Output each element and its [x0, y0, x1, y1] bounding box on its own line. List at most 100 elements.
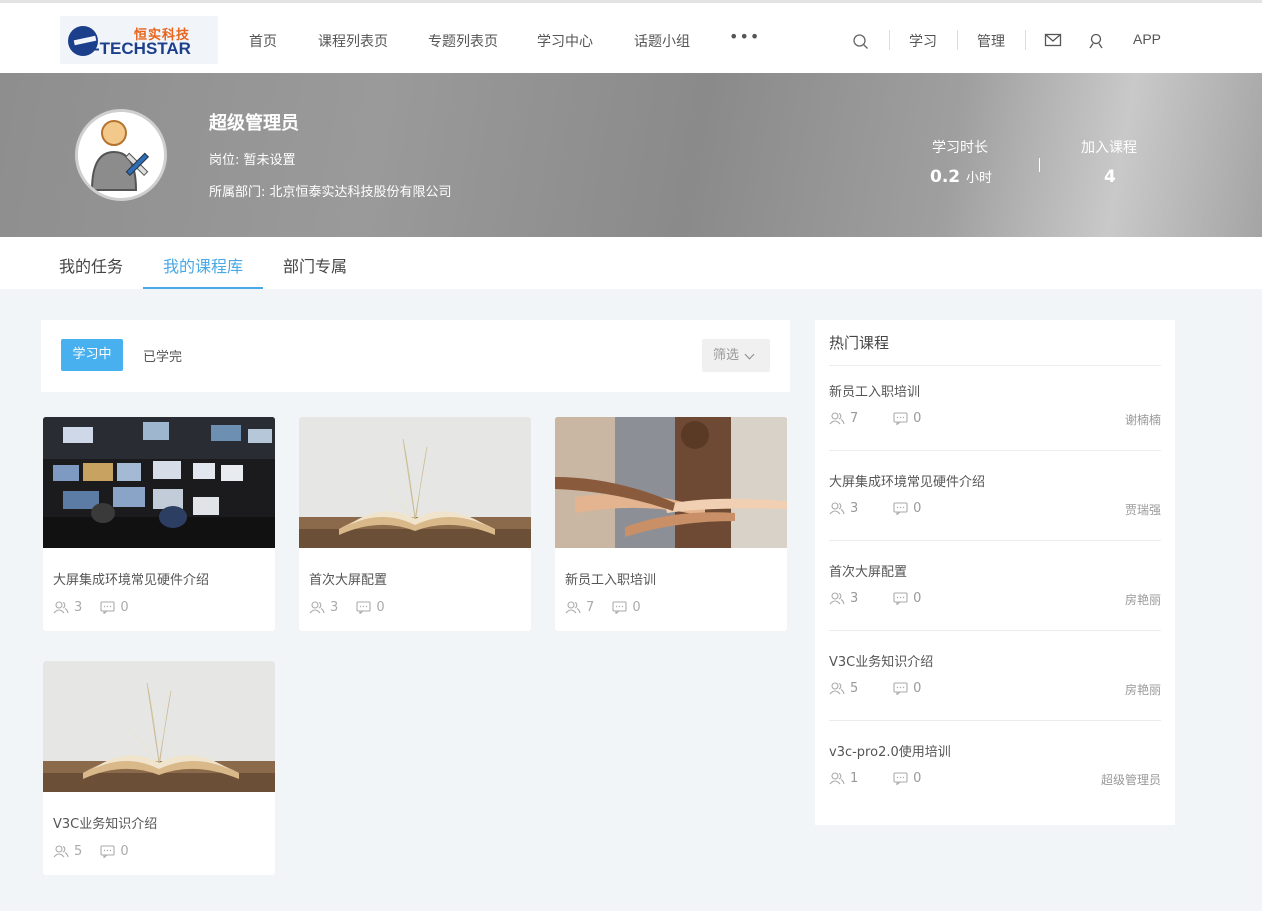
learner-count: 3 [74, 600, 83, 615]
joined-courses-label: 加入课程 [1081, 140, 1137, 156]
comment-count: 0 [913, 411, 922, 426]
hot-courses-title: 热门课程 [829, 334, 890, 352]
learner-count: 3 [330, 600, 339, 615]
study-time-unit: 小时 [966, 171, 993, 186]
comment-count: 0 [913, 501, 922, 516]
course-title[interactable]: 首次大屏配置 [309, 569, 387, 588]
nav-more-button[interactable]: ••• [729, 27, 760, 46]
learners-icon [829, 682, 845, 695]
tab-department[interactable]: 部门专属 [283, 253, 347, 277]
hot-course-title[interactable]: V3C业务知识介绍 [829, 651, 933, 670]
learners-icon [565, 601, 581, 614]
nav-app-link[interactable]: APP [1133, 31, 1161, 47]
learners-icon [829, 502, 845, 515]
filter-dropdown-label: 筛选 [713, 348, 740, 363]
stats-divider [1039, 158, 1040, 172]
divider [829, 450, 1161, 451]
course-author: 贾瑞强 [1124, 503, 1161, 517]
hot-course-title[interactable]: 新员工入职培训 [829, 381, 920, 400]
filter-learning-button[interactable]: 学习中 [61, 339, 123, 371]
admin-avatar-icon [78, 112, 164, 198]
user-position: 岗位: 暂未设置 [209, 153, 296, 168]
course-title[interactable]: 大屏集成环境常见硬件介绍 [53, 569, 209, 588]
nav-divider [889, 30, 890, 50]
course-card[interactable]: V3C业务知识介绍 5 0 [43, 661, 275, 875]
learner-count: 5 [74, 844, 83, 859]
course-author: 超级管理员 [1100, 773, 1161, 787]
hot-course-item[interactable]: 新员工入职培训 7 0 谢楠楠 [829, 365, 1161, 455]
course-card[interactable]: 新员工入职培训 7 0 [555, 417, 787, 631]
nav-topic-list[interactable]: 专题列表页 [428, 31, 498, 51]
hot-course-item[interactable]: v3c-pro2.0使用培训 1 0 超级管理员 [829, 725, 1161, 815]
learners-icon [53, 845, 69, 858]
course-card[interactable]: 首次大屏配置 3 0 [299, 417, 531, 631]
nav-topic-groups[interactable]: 话题小组 [634, 31, 690, 51]
course-filter-bar: 学习中 已学完 筛选 [41, 320, 790, 392]
user-name: 超级管理员 [209, 113, 299, 134]
course-thumbnail-open-book [43, 661, 275, 792]
learners-icon [53, 601, 69, 614]
avatar [75, 109, 167, 201]
course-meta: 7 0 [565, 600, 655, 618]
mail-icon[interactable] [1044, 31, 1062, 49]
hot-courses-panel: 热门课程 新员工入职培训 7 0 谢楠楠 大屏集成环境常见硬件介绍 3 0 贾瑞… [815, 320, 1175, 825]
hot-course-title[interactable]: v3c-pro2.0使用培训 [829, 741, 951, 760]
comment-icon [612, 601, 627, 614]
hot-course-title[interactable]: 首次大屏配置 [829, 561, 907, 580]
divider [829, 540, 1161, 541]
joined-courses-value: 4 [1104, 167, 1116, 187]
course-meta: 5 0 [53, 844, 143, 862]
course-author: 谢楠楠 [1124, 413, 1161, 427]
top-nav: 恒实科技 -TECHSTAR 首页 课程列表页 专题列表页 学习中心 话题小组 … [0, 0, 1262, 73]
hot-course-title[interactable]: 大屏集成环境常见硬件介绍 [829, 471, 985, 490]
learners-icon [309, 601, 325, 614]
nav-study-link[interactable]: 学习 [909, 31, 937, 51]
learner-count: 5 [850, 681, 859, 696]
comment-count: 0 [632, 600, 641, 615]
comment-icon [893, 412, 908, 425]
filter-finished-button[interactable]: 已学完 [143, 346, 182, 365]
hot-course-item[interactable]: 首次大屏配置 3 0 房艳丽 [829, 545, 1161, 635]
comment-icon [893, 682, 908, 695]
nav-divider [957, 30, 958, 50]
hot-course-item[interactable]: 大屏集成环境常见硬件介绍 3 0 贾瑞强 [829, 455, 1161, 545]
comment-icon [100, 845, 115, 858]
learners-icon [829, 772, 845, 785]
filter-dropdown[interactable]: 筛选 [702, 339, 770, 372]
comment-count: 0 [913, 771, 922, 786]
learner-count: 7 [850, 411, 859, 426]
comment-icon [893, 592, 908, 605]
profile-tabs: 我的任务 我的课程库 部门专属 [0, 237, 1262, 289]
study-time-value: 0.2 小时 [930, 167, 993, 187]
nav-home[interactable]: 首页 [249, 31, 277, 51]
active-tab-indicator [143, 287, 263, 289]
divider [829, 630, 1161, 631]
learner-count: 3 [850, 591, 859, 606]
tab-my-tasks[interactable]: 我的任务 [59, 253, 123, 277]
user-icon[interactable] [1087, 32, 1105, 50]
course-title[interactable]: V3C业务知识介绍 [53, 813, 157, 832]
course-title[interactable]: 新员工入职培训 [565, 569, 656, 588]
course-card[interactable]: 大屏集成环境常见硬件介绍 3 0 [43, 417, 275, 631]
comment-count: 0 [913, 591, 922, 606]
comment-count: 0 [376, 600, 385, 615]
divider [829, 720, 1161, 721]
user-department: 所属部门: 北京恒泰实达科技股份有限公司 [209, 185, 452, 200]
course-author: 房艳丽 [1124, 683, 1161, 697]
comment-count: 0 [913, 681, 922, 696]
chevron-down-icon [744, 349, 755, 360]
tab-my-courses[interactable]: 我的课程库 [163, 253, 243, 277]
search-icon[interactable] [852, 33, 870, 51]
nav-learning-center[interactable]: 学习中心 [537, 31, 593, 51]
logo[interactable]: 恒实科技 -TECHSTAR [60, 16, 218, 64]
profile-banner: 超级管理员 岗位: 暂未设置 所属部门: 北京恒泰实达科技股份有限公司 学习时长… [0, 73, 1262, 237]
comment-icon [100, 601, 115, 614]
course-thumbnail-team-hands [555, 417, 787, 548]
nav-course-list[interactable]: 课程列表页 [318, 31, 388, 51]
nav-manage-link[interactable]: 管理 [977, 31, 1005, 51]
study-time-label: 学习时长 [932, 140, 988, 156]
learner-count: 1 [850, 771, 859, 786]
course-author: 房艳丽 [1124, 593, 1161, 607]
hot-course-item[interactable]: V3C业务知识介绍 5 0 房艳丽 [829, 635, 1161, 725]
comment-icon [893, 772, 908, 785]
